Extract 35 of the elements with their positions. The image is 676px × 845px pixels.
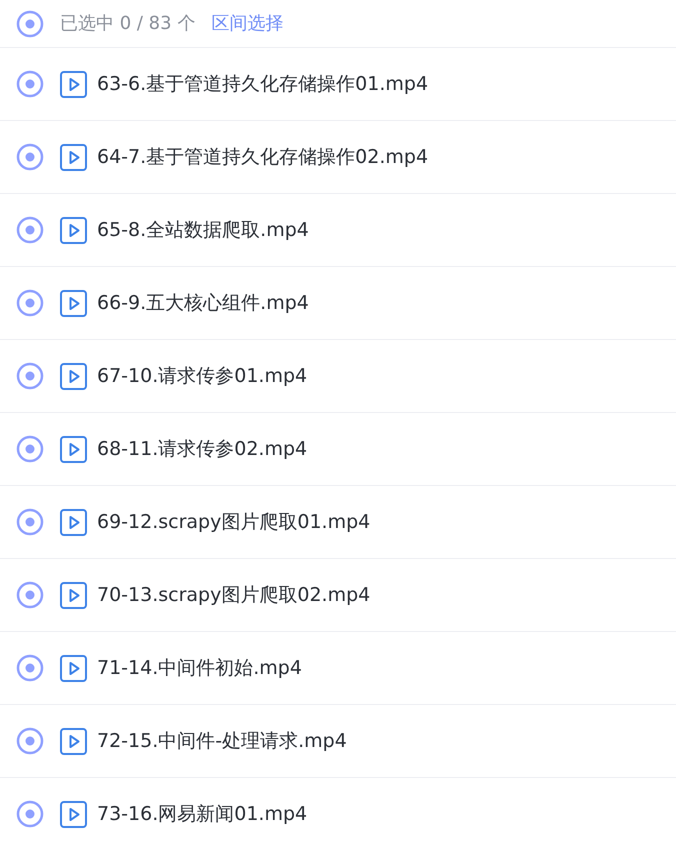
radio-button[interactable] [16,727,44,755]
file-name[interactable]: 70-13.scrapy图片爬取02.mp4 [97,580,370,610]
video-icon [60,654,87,682]
video-icon [60,216,87,244]
video-icon [60,362,87,390]
video-icon [60,436,87,462]
video-icon [60,290,87,316]
file-name[interactable]: 73-16.网易新闻01.mp4 [97,800,308,828]
file-name[interactable]: 63-6.基于管道持久化存储操作01.mp4 [97,70,428,98]
radio-button[interactable] [16,362,44,390]
file-name[interactable]: 67-10.请求传参01.mp4 [97,362,308,390]
file-name[interactable]: 68-11.请求传参02.mp4 [97,434,308,464]
video-icon [60,582,87,608]
radio-button[interactable] [16,654,44,682]
radio-button[interactable] [16,143,44,171]
file-name[interactable]: 72-15.中间件-处理请求.mp4 [97,726,347,756]
radio-button[interactable] [16,10,44,38]
file-name[interactable]: 64-7.基于管道持久化存储操作02.mp4 [97,142,428,172]
file-name[interactable]: 69-12.scrapy图片爬取01.mp4 [97,508,370,536]
video-icon [60,144,87,170]
radio-button[interactable] [16,800,44,828]
radio-button[interactable] [16,216,44,244]
radio-button[interactable] [16,581,44,609]
radio-button[interactable] [16,435,44,463]
file-name[interactable]: 71-14.中间件初始.mp4 [97,654,302,682]
radio-button[interactable] [16,70,44,98]
radio-button[interactable] [16,508,44,536]
video-icon [60,70,87,98]
video-icon [60,800,87,828]
selection-count: 已选中 0 / 83 个 [60,12,196,36]
file-name[interactable]: 66-9.五大核心组件.mp4 [97,288,309,318]
video-icon [60,728,87,754]
file-name[interactable]: 65-8.全站数据爬取.mp4 [97,216,309,244]
video-icon [60,508,87,536]
radio-button[interactable] [16,289,44,317]
